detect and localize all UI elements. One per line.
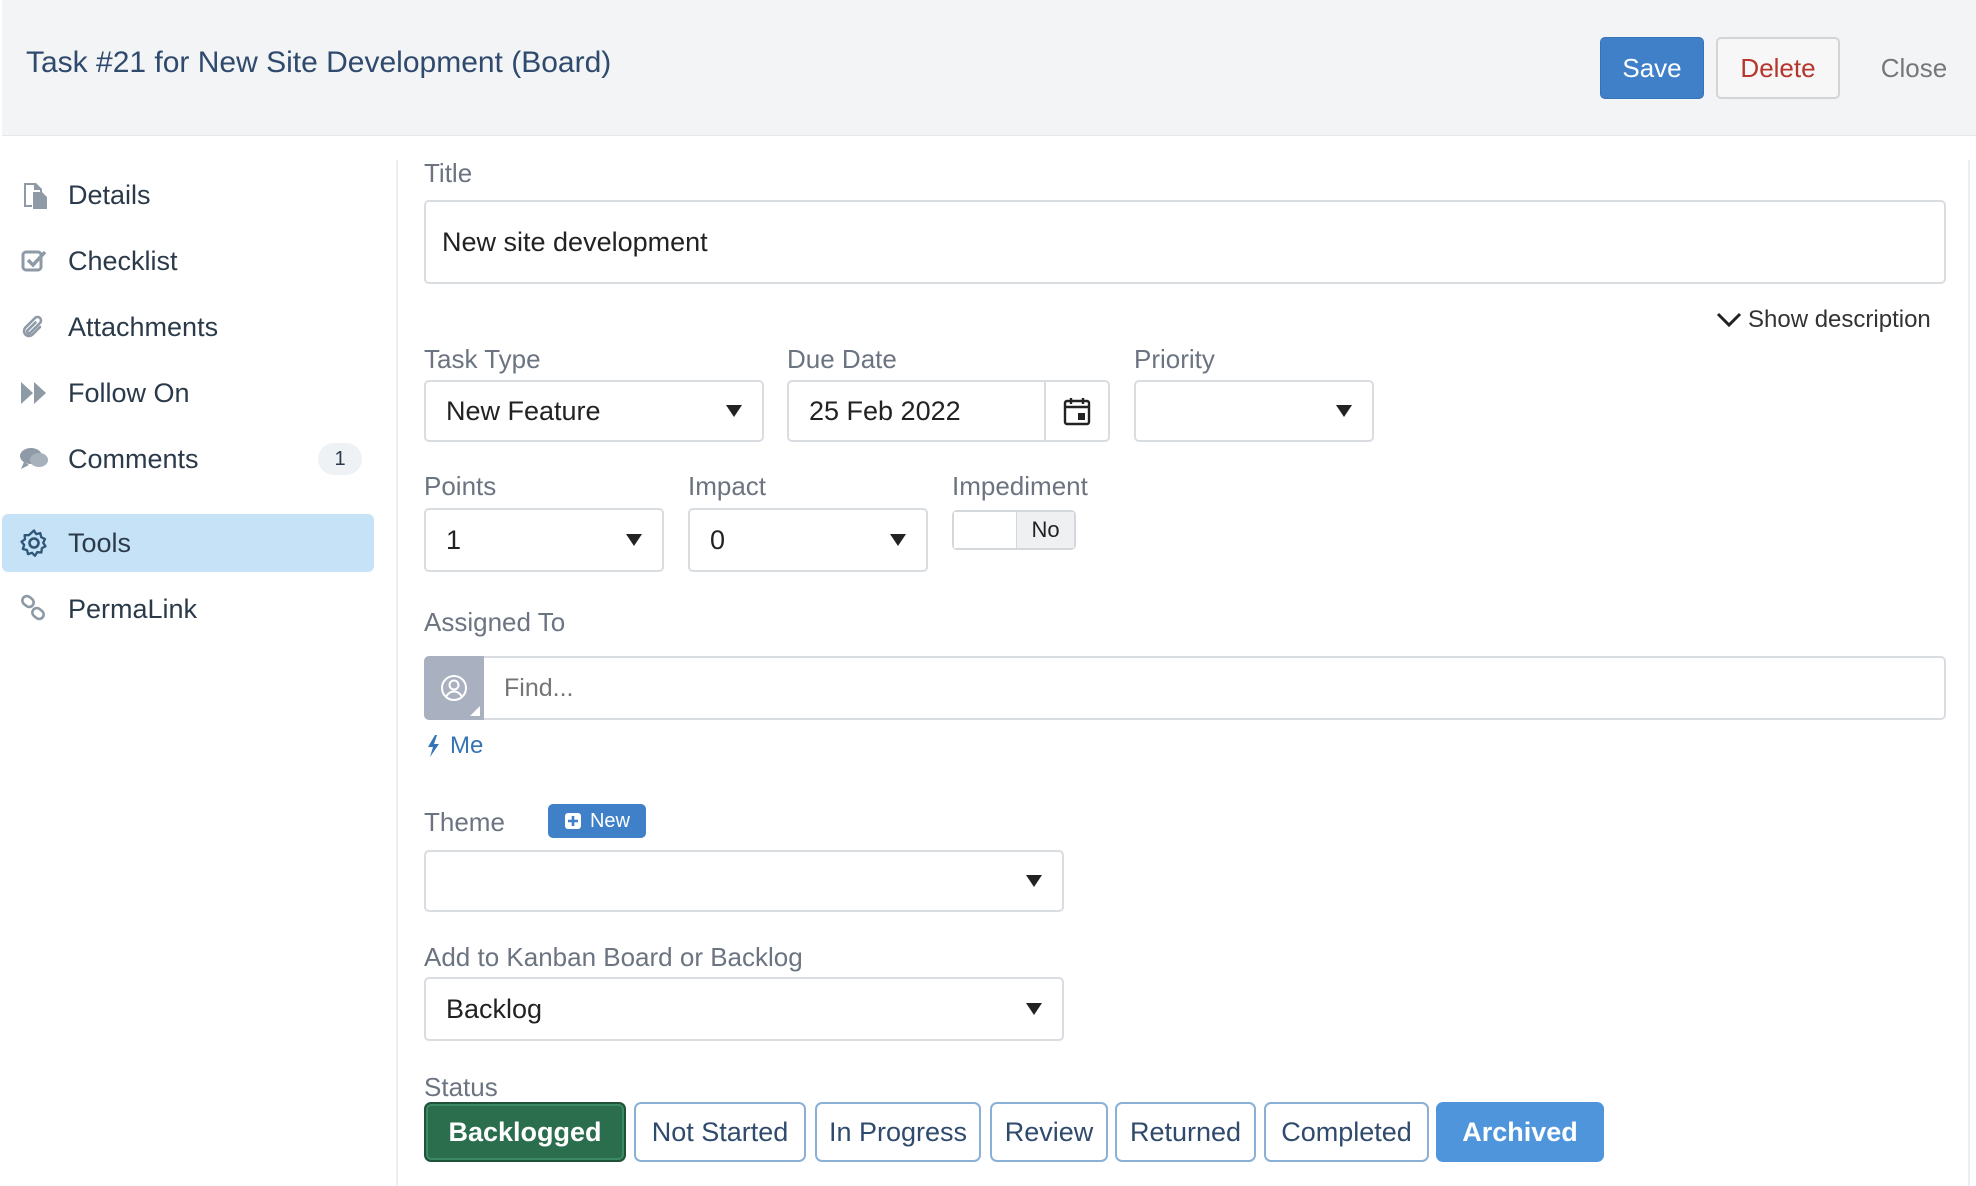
link-icon (18, 593, 50, 625)
impact-select[interactable]: 0 (688, 508, 928, 572)
document-icon (18, 179, 50, 211)
content-divider (396, 160, 398, 1186)
user-icon (441, 675, 467, 701)
status-archived[interactable]: Archived (1436, 1102, 1604, 1162)
chevron-down-icon (1716, 312, 1742, 328)
delete-button[interactable]: Delete (1716, 37, 1840, 99)
sidebar-item-label: Attachments (68, 311, 219, 342)
due-date-field[interactable]: 25 Feb 2022 (787, 380, 1110, 442)
new-theme-button[interactable]: New (548, 804, 646, 838)
sidebar-item-label: Details (68, 179, 151, 210)
calendar-button[interactable] (1044, 382, 1108, 440)
toggle-knob (954, 512, 1017, 548)
assignee-search-input[interactable] (484, 656, 1946, 720)
avatar-corner-mark (470, 706, 480, 716)
title-input-value: New site development (442, 226, 708, 257)
content-right-border (1968, 160, 1970, 1186)
assigned-to-label: Assigned To (424, 607, 566, 637)
chevron-down-icon (1026, 1003, 1042, 1015)
gear-icon (18, 527, 50, 559)
status-review[interactable]: Review (990, 1102, 1108, 1162)
board-value: Backlog (446, 993, 543, 1024)
sidebar-item-label: PermaLink (68, 593, 198, 624)
board-label: Add to Kanban Board or Backlog (424, 942, 803, 972)
points-value: 1 (446, 524, 462, 555)
sidebar-item-details[interactable]: Details (2, 166, 374, 224)
sidebar-item-label: Tools (68, 527, 132, 558)
due-date-value: 25 Feb 2022 (809, 395, 961, 426)
sidebar-item-tools[interactable]: Tools (2, 514, 374, 572)
show-description-label: Show description (1748, 306, 1931, 333)
assign-me-link[interactable]: Me (426, 732, 483, 760)
theme-label: Theme (424, 807, 505, 837)
chevron-down-icon (1336, 405, 1352, 417)
calendar-icon (1063, 398, 1091, 426)
priority-select[interactable] (1134, 380, 1374, 442)
task-type-label: Task Type (424, 344, 541, 374)
new-theme-label: New (589, 809, 630, 832)
theme-select[interactable] (424, 850, 1064, 912)
status-completed[interactable]: Completed (1264, 1102, 1429, 1162)
impact-value: 0 (710, 524, 726, 555)
sidebar-item-follow-on[interactable]: Follow On (2, 364, 374, 422)
avatar[interactable] (424, 656, 484, 720)
chevron-down-icon (1026, 875, 1042, 887)
task-type-select[interactable]: New Feature (424, 380, 764, 442)
chevron-down-icon (890, 534, 906, 546)
sidebar-item-label: Checklist (68, 245, 178, 276)
board-select[interactable]: Backlog (424, 977, 1064, 1041)
impediment-toggle[interactable]: No (952, 510, 1076, 550)
sidebar-item-attachments[interactable]: Attachments (2, 298, 374, 356)
sidebar-item-label: Comments (68, 443, 199, 474)
points-label: Points (424, 471, 497, 501)
checkbox-icon (18, 245, 50, 277)
chevron-down-icon (626, 534, 642, 546)
status-in-progress[interactable]: In Progress (815, 1102, 981, 1162)
status-not-started[interactable]: Not Started (634, 1102, 806, 1162)
points-select[interactable]: 1 (424, 508, 664, 572)
status-label: Status (424, 1072, 498, 1102)
sidebar-item-label: Follow On (68, 377, 190, 408)
save-button[interactable]: Save (1600, 37, 1704, 99)
title-input[interactable]: New site development (424, 200, 1946, 284)
due-date-label: Due Date (787, 344, 897, 374)
impact-label: Impact (688, 471, 767, 501)
comments-count-badge: 1 (318, 443, 362, 475)
status-backlogged[interactable]: Backlogged (424, 1102, 626, 1162)
status-returned[interactable]: Returned (1115, 1102, 1256, 1162)
priority-label: Priority (1134, 344, 1215, 374)
task-type-value: New Feature (446, 395, 601, 426)
chat-icon (18, 443, 50, 475)
fast-forward-icon (18, 377, 50, 409)
chevron-down-icon (726, 405, 742, 417)
show-description-toggle[interactable]: Show description (1716, 306, 1931, 334)
impediment-toggle-value: No (1017, 512, 1074, 548)
plus-square-icon (564, 813, 581, 829)
sidebar-item-comments[interactable]: Comments 1 (2, 430, 374, 488)
lightning-icon (428, 735, 439, 757)
impediment-label: Impediment (952, 471, 1088, 501)
dialog-header: Task #21 for New Site Development (Board… (2, 0, 1976, 136)
assign-me-label: Me (450, 732, 484, 759)
title-label: Title (424, 158, 473, 188)
sidebar-item-permalink[interactable]: PermaLink (2, 580, 374, 638)
dialog-title: Task #21 for New Site Development (Board… (26, 46, 612, 79)
sidebar-item-checklist[interactable]: Checklist (2, 232, 374, 290)
paperclip-icon (18, 311, 50, 343)
close-button[interactable]: Close (1860, 37, 1968, 99)
